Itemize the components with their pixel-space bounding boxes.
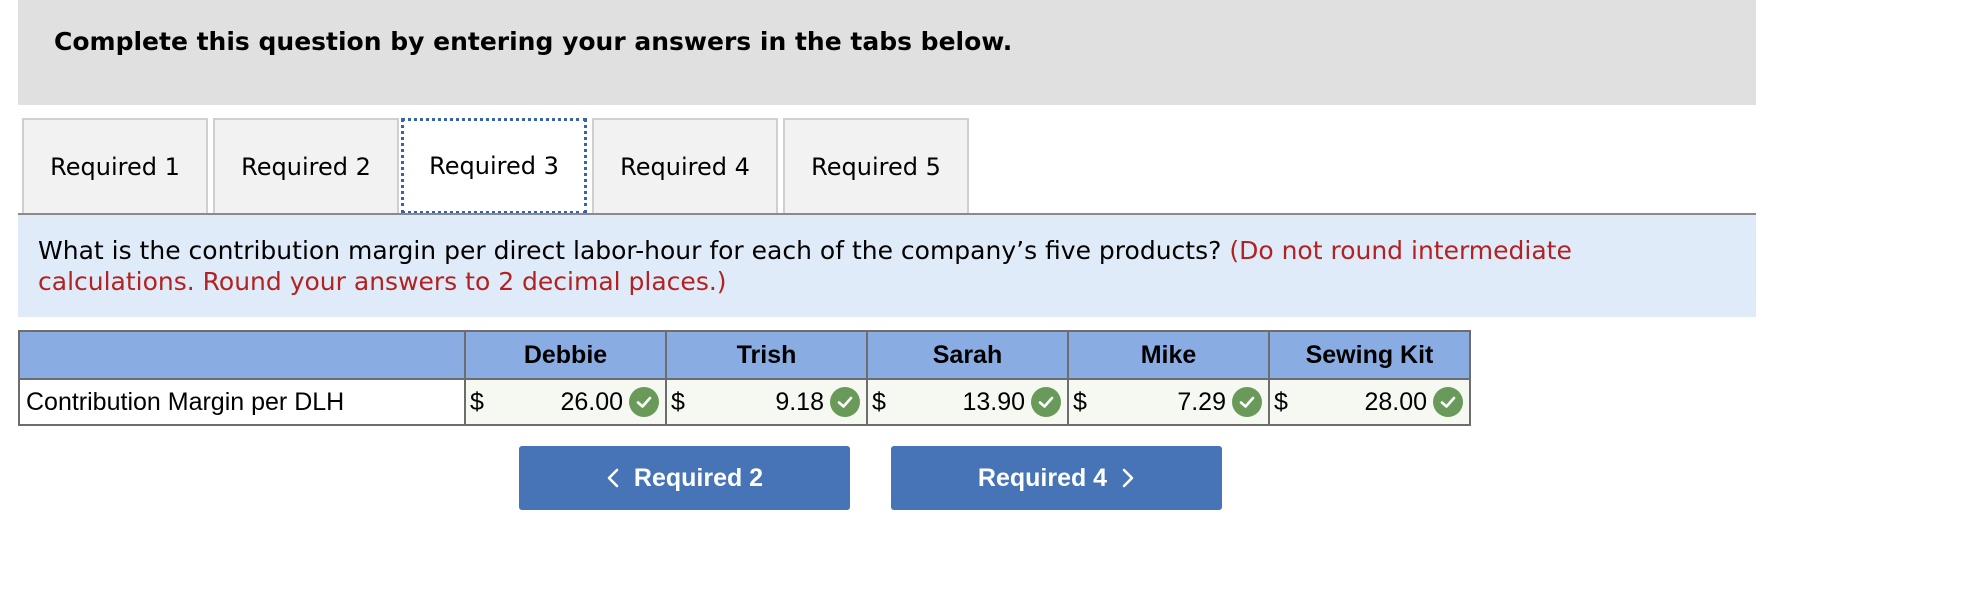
question-panel: What is the contribution margin per dire… (18, 215, 1756, 317)
currency-symbol: $ (671, 387, 685, 416)
check-icon (1433, 387, 1463, 417)
chevron-right-icon (1121, 467, 1135, 489)
column-header-mike: Mike (1067, 330, 1270, 380)
tab-required-3[interactable]: Required 3 (401, 118, 587, 214)
answer-value[interactable]: 13.90 (902, 388, 1031, 417)
next-required-button[interactable]: Required 4 (891, 446, 1222, 510)
check-icon (1232, 387, 1262, 417)
row-label: Contribution Margin per DLH (18, 378, 466, 426)
answer-cell-sewing-kit[interactable]: $ 28.00 (1268, 378, 1471, 426)
next-button-label: Required 4 (977, 463, 1108, 492)
answer-value[interactable]: 9.18 (701, 388, 830, 417)
tab-required-4[interactable]: Required 4 (592, 118, 778, 214)
chevron-left-icon (606, 467, 620, 489)
currency-symbol: $ (872, 387, 886, 416)
column-header-debbie: Debbie (464, 330, 667, 380)
answer-cell-mike[interactable]: $ 7.29 (1067, 378, 1270, 426)
prev-required-button[interactable]: Required 2 (519, 446, 850, 510)
answer-value[interactable]: 26.00 (500, 388, 629, 417)
tab-required-1[interactable]: Required 1 (22, 118, 208, 214)
table-header-row: Debbie Trish Sarah Mike Sewing Kit (18, 330, 1471, 380)
answer-cell-trish[interactable]: $ 9.18 (665, 378, 868, 426)
prev-button-label: Required 2 (633, 463, 764, 492)
answer-cell-debbie[interactable]: $ 26.00 (464, 378, 667, 426)
tab-required-5[interactable]: Required 5 (783, 118, 969, 214)
currency-symbol: $ (1073, 387, 1087, 416)
table-row: Contribution Margin per DLH $ 26.00 $ 9.… (18, 378, 1471, 426)
answer-table: Debbie Trish Sarah Mike Sewing Kit Contr… (18, 330, 1471, 426)
answer-value[interactable]: 28.00 (1304, 388, 1433, 417)
check-icon (629, 387, 659, 417)
check-icon (1031, 387, 1061, 417)
header-blank-cell (18, 330, 466, 380)
question-text: What is the contribution margin per dire… (38, 236, 1222, 265)
column-header-sewing-kit: Sewing Kit (1268, 330, 1471, 380)
tab-required-2[interactable]: Required 2 (213, 118, 399, 214)
instruction-banner: Complete this question by entering your … (18, 0, 1756, 105)
column-header-sarah: Sarah (866, 330, 1069, 380)
currency-symbol: $ (470, 387, 484, 416)
column-header-trish: Trish (665, 330, 868, 380)
check-icon (830, 387, 860, 417)
answer-value[interactable]: 7.29 (1103, 388, 1232, 417)
answer-cell-sarah[interactable]: $ 13.90 (866, 378, 1069, 426)
instruction-text: Complete this question by entering your … (54, 27, 1013, 56)
currency-symbol: $ (1274, 387, 1288, 416)
